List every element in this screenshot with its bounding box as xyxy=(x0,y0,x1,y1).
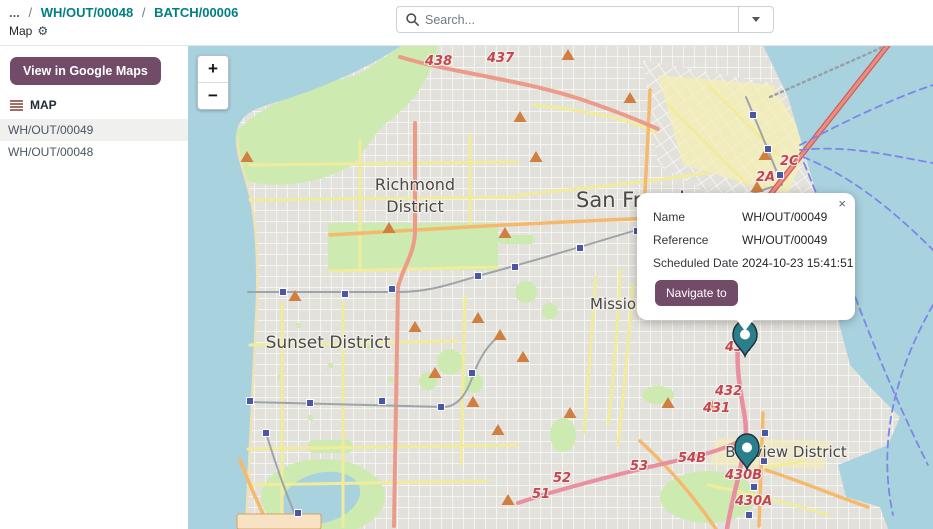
station-icon xyxy=(746,512,753,519)
search-bar[interactable] xyxy=(396,6,774,33)
station-icon xyxy=(307,400,314,407)
popup-row: Scheduled Date2024-10-23 15:41:51 xyxy=(653,256,843,270)
view-title: Map xyxy=(9,24,32,38)
station-icon xyxy=(777,172,784,179)
sidebar-item-wh-out-00048[interactable]: WH/OUT/00048 xyxy=(0,141,188,163)
route-label: 2C xyxy=(780,154,799,169)
station-icon xyxy=(577,245,584,252)
route-label: 438 xyxy=(424,54,452,69)
map-canvas[interactable]: 4384372C2A43243243154B535251430B430A Ric… xyxy=(188,45,933,529)
station-icon xyxy=(751,484,758,491)
route-label: 437 xyxy=(486,51,515,66)
station-icon xyxy=(475,273,482,280)
route-label: 51 xyxy=(532,487,550,502)
route-label: 430A xyxy=(734,494,772,509)
top-header: ... / WH/OUT/00048 / BATCH/00006 Map ⚙ xyxy=(0,0,933,46)
list-icon xyxy=(10,100,23,111)
district-label: Richmond xyxy=(375,175,455,194)
route-label: 430B xyxy=(724,468,762,483)
popup-rows: NameWH/OUT/00049ReferenceWH/OUT/00049Sch… xyxy=(637,193,855,270)
breadcrumb: ... / WH/OUT/00048 / BATCH/00006 xyxy=(9,5,238,20)
search-input[interactable] xyxy=(419,13,738,27)
district-label: Sunset District xyxy=(266,333,391,353)
map-sidebar: View in Google Maps MAP WH/OUT/00049WH/O… xyxy=(0,46,188,529)
station-icon xyxy=(263,430,270,437)
station-icon xyxy=(750,112,757,119)
station-icon xyxy=(438,404,445,411)
breadcrumb-item-current[interactable]: BATCH/00006 xyxy=(154,5,238,20)
breadcrumb-ellipsis[interactable]: ... xyxy=(9,5,20,20)
route-label: 2A xyxy=(756,170,775,185)
popup-row-value: WH/OUT/00049 xyxy=(742,210,827,224)
map-zoom-control: + − xyxy=(197,55,229,110)
route-label: 431 xyxy=(702,401,730,416)
station-icon xyxy=(295,510,302,517)
popup-row-value: 2024-10-23 15:41:51 xyxy=(742,256,853,270)
station-icon xyxy=(512,264,519,271)
popup-row-value: WH/OUT/00049 xyxy=(742,233,827,247)
station-icon xyxy=(247,398,254,405)
chevron-down-icon xyxy=(752,17,760,26)
map-section-title: MAP xyxy=(30,98,57,112)
gear-icon[interactable]: ⚙ xyxy=(37,25,48,37)
navigate-to-button[interactable]: Navigate to xyxy=(655,280,738,306)
marker-popup: × NameWH/OUT/00049ReferenceWH/OUT/00049S… xyxy=(637,193,855,320)
view-in-google-maps-button[interactable]: View in Google Maps xyxy=(10,57,161,85)
close-icon[interactable]: × xyxy=(838,197,846,210)
search-icon xyxy=(406,13,419,26)
route-label: 52 xyxy=(553,471,571,486)
map-label-box xyxy=(237,514,321,529)
breadcrumb-item-batch-parent[interactable]: WH/OUT/00048 xyxy=(41,5,133,20)
district-label: District xyxy=(386,197,443,216)
station-icon xyxy=(280,289,287,296)
zoom-in-button[interactable]: + xyxy=(198,56,228,82)
station-icon xyxy=(379,398,386,405)
station-icon xyxy=(342,291,349,298)
search-dropdown-button[interactable] xyxy=(738,7,773,32)
station-icon xyxy=(389,286,396,293)
route-label: 53 xyxy=(630,459,648,474)
station-icon xyxy=(469,370,476,377)
popup-row-label: Name xyxy=(653,210,742,224)
sidebar-item-wh-out-00049[interactable]: WH/OUT/00049 xyxy=(0,119,188,141)
map-record-list: WH/OUT/00049WH/OUT/00048 xyxy=(0,119,188,163)
breadcrumb-separator: / xyxy=(142,5,146,20)
route-label: 432 xyxy=(714,384,742,399)
zoom-out-button[interactable]: − xyxy=(198,82,228,109)
popup-row-label: Reference xyxy=(653,233,742,247)
popup-tail xyxy=(736,319,754,340)
route-label: 54B xyxy=(678,451,706,466)
station-icon xyxy=(762,430,769,437)
popup-row: NameWH/OUT/00049 xyxy=(653,210,843,224)
breadcrumb-separator: / xyxy=(28,5,32,20)
popup-row: ReferenceWH/OUT/00049 xyxy=(653,233,843,247)
popup-row-label: Scheduled Date xyxy=(653,256,742,270)
station-icon xyxy=(765,146,772,153)
